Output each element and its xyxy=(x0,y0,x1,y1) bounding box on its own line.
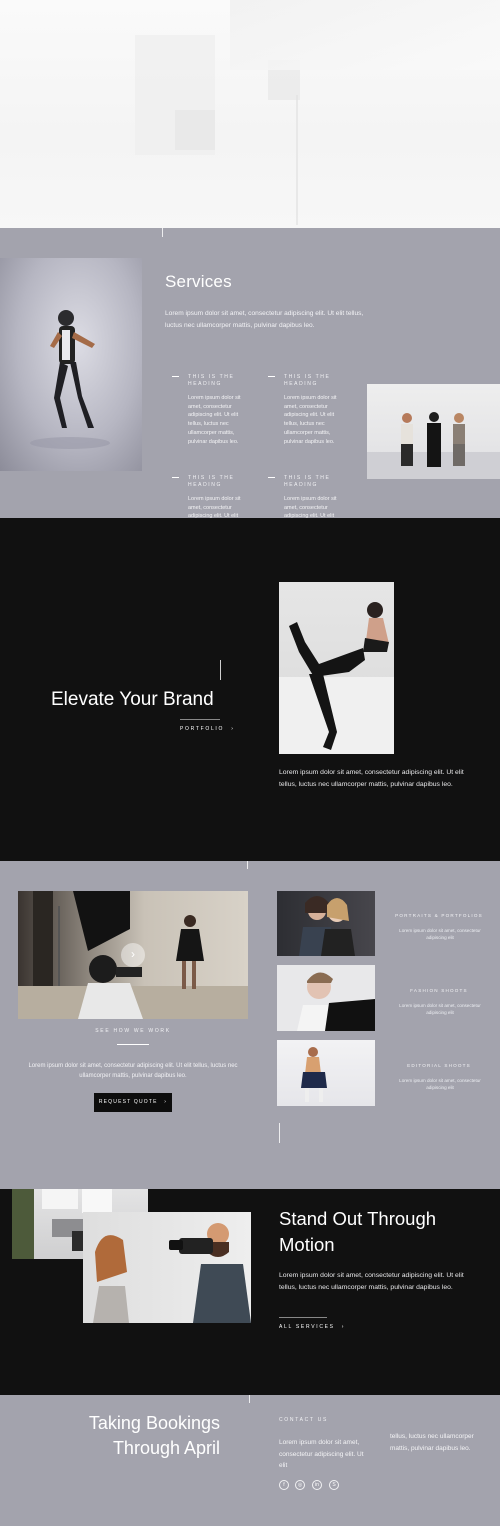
elevate-title: Elevate Your Brand xyxy=(51,689,214,710)
item-dash xyxy=(172,477,179,478)
standout-title-line1: Stand Out Through xyxy=(279,1208,437,1229)
service-item-text: Lorem ipsum dolor sit amet, consectetur … xyxy=(188,395,241,445)
service-item-title: THIS IS THE HEADING xyxy=(284,475,331,488)
service-item-title: THIS IS THE HEADING xyxy=(284,374,331,387)
hero-background-equipment xyxy=(175,110,215,150)
service-item-text: Lorem ipsum dolor sit amet, consectetur … xyxy=(188,496,241,518)
standout-title-line2: Motion xyxy=(279,1234,335,1255)
contact-text-col1: Lorem ipsum dolor sit amet, consectetur … xyxy=(279,1439,364,1469)
standout-text: Lorem ipsum dolor sit amet, consectetur … xyxy=(279,1272,464,1291)
section-divider-line xyxy=(249,1395,250,1403)
request-quote-label[interactable]: REQUEST QUOTE xyxy=(99,1099,158,1105)
hero-background-beam xyxy=(230,0,500,70)
link-underline xyxy=(180,719,220,720)
instagram-icon[interactable]: ◎ xyxy=(295,1480,305,1490)
fashion-photo xyxy=(277,965,375,1031)
see-how-we-work-label: SEE HOW WE WORK xyxy=(95,1028,171,1034)
section-divider-line xyxy=(247,861,248,869)
services-intro-text: Lorem ipsum dolor sit amet, consectetur … xyxy=(165,310,364,329)
all-services-link[interactable]: ALL SERVICES › xyxy=(279,1324,345,1330)
elevate-section: Elevate Your Brand PORTFOLIO › Lorem ips… xyxy=(0,518,500,861)
bookings-title: Taking Bookings Through April xyxy=(40,1411,220,1461)
accent-line xyxy=(220,660,221,680)
hero-light-stand-pole xyxy=(296,95,298,225)
portfolio-link-label[interactable]: PORTFOLIO xyxy=(180,726,224,732)
chevron-right-icon: › xyxy=(341,1324,346,1330)
bookings-title-line1: Taking Bookings xyxy=(88,1413,220,1433)
services-section: Services Lorem ipsum dolor sit amet, con… xyxy=(0,228,500,518)
hero-banner xyxy=(0,0,500,228)
standout-title: Stand Out Through Motion xyxy=(279,1206,436,1258)
contact-us-label: CONTACT US xyxy=(279,1417,329,1423)
editorial-photo xyxy=(277,1040,375,1106)
bookings-section: Taking Bookings Through April CONTACT US… xyxy=(0,1395,500,1526)
item-dash xyxy=(172,376,179,377)
play-button[interactable]: › xyxy=(121,943,145,967)
standout-section: Stand Out Through Motion Lorem ipsum dol… xyxy=(0,1189,500,1395)
portraits-photo xyxy=(277,891,375,956)
skype-icon[interactable]: S xyxy=(329,1480,339,1490)
work-section: › SEE HOW WE WORK Lorem ipsum dolor sit … xyxy=(0,861,500,1189)
camera-operator-photo xyxy=(83,1212,251,1323)
chevron-right-icon: › xyxy=(231,726,235,732)
all-services-label[interactable]: ALL SERVICES xyxy=(279,1324,335,1330)
request-quote-button[interactable]: REQUEST QUOTE › xyxy=(94,1093,172,1112)
bookings-title-line2: Through April xyxy=(112,1438,220,1458)
elevate-text: Lorem ipsum dolor sit amet, consectetur … xyxy=(279,769,464,789)
service-item-title: THIS IS THE HEADING xyxy=(188,475,235,488)
portfolio-link[interactable]: PORTFOLIO › xyxy=(180,726,235,732)
item-dash xyxy=(268,376,275,377)
service-text: Lorem ipsum dolor sit amet, consectetur … xyxy=(399,1003,481,1015)
fashion-model-photo xyxy=(279,582,394,754)
facebook-icon[interactable]: f xyxy=(279,1480,289,1490)
label-underline xyxy=(117,1044,149,1045)
chevron-right-icon: › xyxy=(131,947,135,961)
service-title: FASHION SHOOTS xyxy=(410,988,468,993)
service-item-text: Lorem ipsum dolor sit amet, consectetur … xyxy=(284,395,337,445)
link-underline xyxy=(279,1317,327,1318)
contact-text-col2: tellus, luctus nec ullamcorper mattis, p… xyxy=(390,1433,474,1452)
linkedin-icon[interactable]: in xyxy=(312,1480,322,1490)
group-models-photo xyxy=(367,384,500,479)
service-text: Lorem ipsum dolor sit amet, consectetur … xyxy=(399,928,481,940)
accent-line xyxy=(279,1123,280,1143)
service-title: EDITORIAL SHOOTS xyxy=(407,1063,471,1068)
section-divider-line xyxy=(162,228,163,237)
chevron-right-icon: › xyxy=(164,1099,168,1105)
service-item-text: Lorem ipsum dolor sit amet, consectetur … xyxy=(284,496,337,518)
dancer-photo xyxy=(0,258,142,471)
service-text: Lorem ipsum dolor sit amet, consectetur … xyxy=(399,1078,481,1090)
service-item-title: THIS IS THE HEADING xyxy=(188,374,235,387)
item-dash xyxy=(268,477,275,478)
services-title: Services xyxy=(165,272,232,291)
service-title: PORTRAITS & PORTFOLIOS xyxy=(395,913,483,918)
work-text: Lorem ipsum dolor sit amet, consectetur … xyxy=(28,1063,238,1079)
